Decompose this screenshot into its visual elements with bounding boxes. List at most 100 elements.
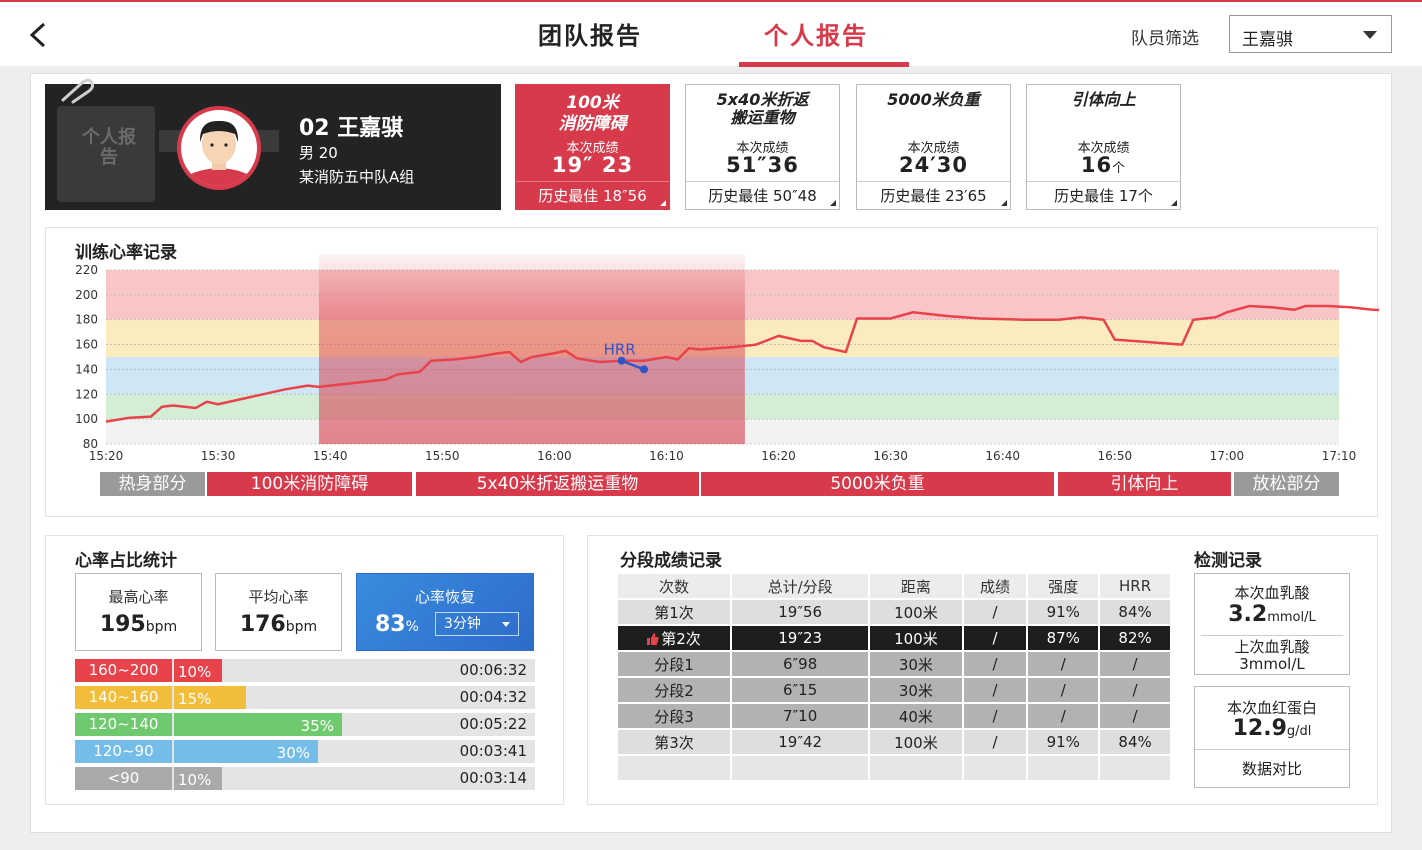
paperclip-icon [61,78,95,104]
x-tick-label: 17:00 [1210,449,1245,463]
phase-segment[interactable]: 引体向上 [1058,472,1231,496]
phase-segment[interactable]: 热身部分 [100,472,205,496]
player-team: 某消防五中队A组 [299,168,415,186]
x-tick-label: 16:30 [873,449,908,463]
phase-segment[interactable]: 5x40米折返搬运重物 [416,472,699,496]
zone-range-label: 120~90 [75,740,172,763]
event-card-5000m-loaded[interactable]: 5000米负重 本次成绩 24′30 历史最佳 23′65 [856,84,1011,210]
zone-row: 140~160 15% 00:04:32 [75,686,535,709]
report-document-icon: 个人报告 [57,106,155,202]
table-row[interactable]: 分段2 6″15 30米 / / / [618,678,1170,702]
table-cell: 19″56 [732,600,869,624]
zone-percent-bar: 30% [174,740,318,763]
table-cell [963,756,1027,780]
event-best: 历史最佳 18″56 [516,181,669,210]
table-header-cell: 总计/分段 [732,574,869,598]
event-card-5x40m-shuttle[interactable]: 5x40米折返 搬运重物 本次成绩 51″36 历史最佳 50″48 [685,84,840,210]
hemoglobin-label: 本次血红蛋白 [1226,699,1317,717]
table-cell: 84% [1100,730,1170,754]
tab-team-report[interactable]: 团队报告 [538,16,642,51]
hr-recovery-box: 心率恢复 83% 3分钟 [356,573,534,651]
table-header-cell: 强度 [1028,574,1099,598]
table-cell: / [1028,678,1099,702]
event-name: 5000米负重 [887,90,980,109]
table-cell: / [1100,652,1170,676]
event-card-100m-obstacle[interactable]: 100米 消防障碍 本次成绩 19″ 23 历史最佳 18″56 [515,84,670,210]
heart-rate-chart-panel: 训练心率记录 80 100 120 140 160 180 200 220 15:20 15:30… [45,227,1379,517]
active-tab-indicator [739,62,909,67]
x-tick-label: 16:10 [649,449,684,463]
back-arrow-icon[interactable] [24,20,54,50]
heart-rate-chart[interactable]: 8010012014016018020022015:20 15:30 15:40 15… [46,228,1379,468]
event-result-value: 51″36 [726,153,799,177]
event-card-pull-ups[interactable]: 引体向上 本次成绩 16个 历史最佳 17个 [1026,84,1181,210]
data-compare-button[interactable]: 数据对比 [1195,758,1349,779]
table-cell: / [963,626,1027,650]
table-row[interactable]: 第3次 19″42 100米/91% 84% [618,730,1170,754]
table-cell: 分段2 [618,678,731,702]
x-tick-label: 16:50 [1098,449,1133,463]
max-heart-rate-box: 最高心率 195bpm [75,573,202,651]
table-cell: / [1100,704,1170,728]
top-bar: 团队报告 个人报告 队员筛选 王嘉骐 [0,0,1422,67]
table-header-cell: 距离 [870,574,962,598]
zone-range-label: <90 [75,767,172,790]
corner-triangle-icon [830,200,836,206]
max-hr-value: 195bpm [99,612,178,637]
event-best: 历史最佳 17个 [1027,181,1180,210]
table-header-cell: 次数 [618,574,731,598]
prev-lactate-value: 3mmol/L [1239,655,1305,673]
table-cell: 第1次 [618,600,731,624]
segment-table: 次数 总计/分段 距离 成绩 强度 HRR 第1次 19″56 100米/91% 84% 第2次 1… [616,572,1172,782]
hr-stats-title: 心率占比统计 [75,551,177,571]
lactate-label: 本次血乳酸 [1234,584,1310,602]
table-row[interactable]: 第2次 19″23 100米/87% 82% [618,626,1170,650]
member-filter-value: 王嘉骐 [1242,30,1293,50]
selected-phase-highlight [318,254,745,444]
y-tick-label: 140 [75,362,98,376]
zone-row: 160~200 10% 00:06:32 [75,659,535,682]
tab-personal-report[interactable]: 个人报告 [764,16,868,51]
table-cell [870,756,962,780]
phase-segment[interactable]: 100米消防障碍 [207,472,412,496]
event-result-value: 24′30 [899,153,968,177]
table-cell: 91% [1028,600,1099,624]
hemoglobin-box[interactable]: 本次血红蛋白 12.9g/dl 数据对比 [1194,686,1350,788]
max-hr-label: 最高心率 [108,588,169,606]
table-cell: 19″23 [732,626,869,650]
table-cell: 30米 [870,652,962,676]
x-tick-label: 16:40 [985,449,1020,463]
lactate-box[interactable]: 本次血乳酸 3.2mmol/L 上次血乳酸 3mmol/L [1194,573,1350,675]
zone-time: 00:03:41 [459,742,527,760]
recovery-duration-select[interactable]: 3分钟 [435,612,519,636]
lactate-value: 3.2mmol/L [1228,602,1316,627]
table-cell: 91% [1028,730,1099,754]
event-best: 历史最佳 50″48 [686,181,839,210]
table-cell: 分段1 [618,652,731,676]
chevron-down-icon [1363,31,1377,39]
table-cell [618,756,731,780]
event-name: 引体向上 [1071,90,1136,109]
table-row[interactable]: 第1次 19″56 100米/91% 84% [618,600,1170,624]
table-cell: 100米 [870,626,962,650]
divider [1195,749,1349,750]
event-result-value: 16个 [1080,153,1127,177]
table-row[interactable]: 分段3 7″10 40米 / / / [618,704,1170,728]
table-cell: 30米 [870,678,962,702]
phase-segment[interactable]: 5000米负重 [701,472,1054,496]
avatar [159,106,279,190]
zone-time: 00:05:22 [459,715,527,733]
zone-row: <90 10% 00:03:14 [75,767,535,790]
table-row[interactable]: 分段1 6″98 30米 / / / [618,652,1170,676]
table-cell: 40米 [870,704,962,728]
table-cell: / [963,652,1027,676]
prev-lactate-label: 上次血乳酸 [1234,638,1310,656]
member-filter-select[interactable]: 王嘉骐 [1229,15,1392,53]
phase-segment[interactable]: 放松部分 [1234,472,1339,496]
main-panel: 个人报告 02 王嘉骐 男 20 某消防五中队A组 100米 消防障碍 本次成绩… [30,73,1392,833]
table-cell: / [963,678,1027,702]
table-cell: 6″98 [732,652,869,676]
zone-time: 00:06:32 [459,661,527,679]
segment-table-header: 次数 总计/分段 距离 成绩 强度 HRR [618,574,1170,598]
table-cell: 100米 [870,600,962,624]
